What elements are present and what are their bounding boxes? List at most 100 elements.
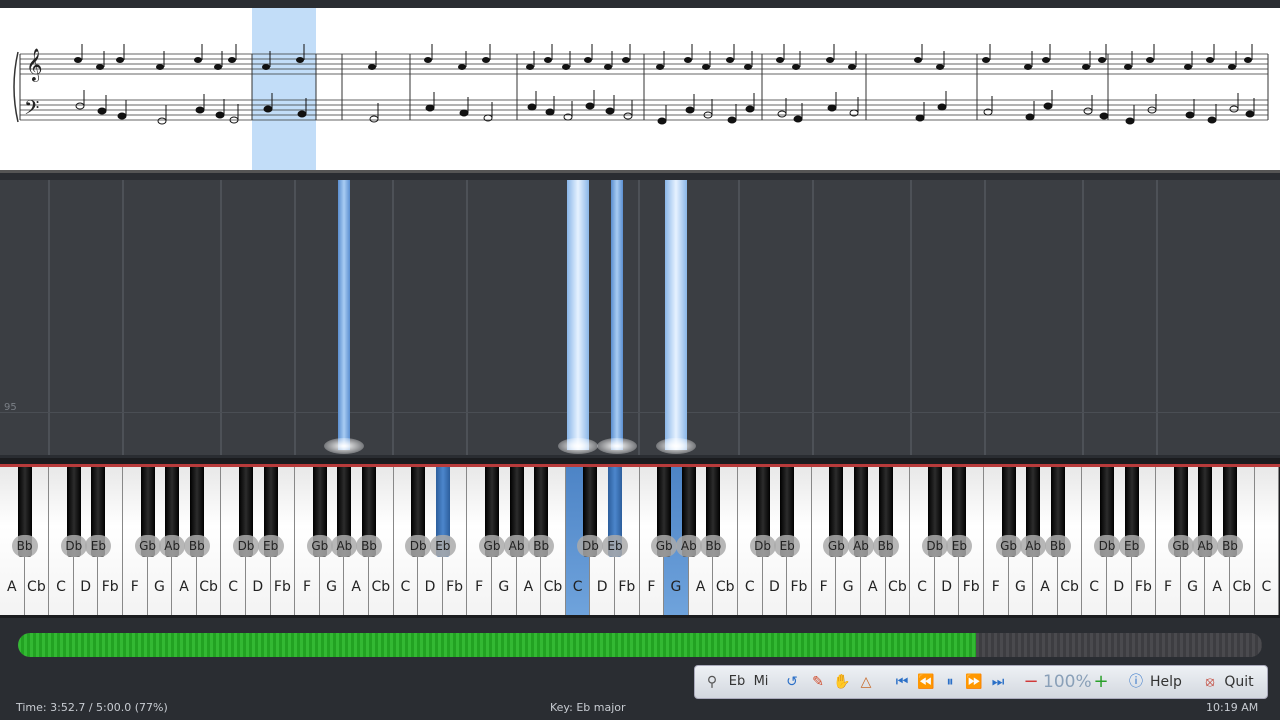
black-key[interactable]: Bb (700, 467, 727, 557)
white-key-label: Cb (543, 579, 563, 595)
black-key-label: Gb (823, 535, 850, 557)
black-key-label: Eb (774, 535, 801, 557)
roll-gridline (638, 180, 640, 455)
white-key[interactable]: C (1254, 467, 1280, 615)
loop-icon[interactable]: ↺ (781, 666, 803, 698)
black-key-label: Bb (872, 535, 899, 557)
black-key[interactable]: Db (1094, 467, 1120, 557)
black-key[interactable]: Gb (651, 467, 678, 557)
black-key[interactable]: Ab (159, 467, 186, 557)
white-key-label: Fb (790, 579, 808, 595)
black-key[interactable]: Db (921, 467, 948, 557)
black-key[interactable]: Eb (774, 467, 801, 557)
black-key[interactable]: Gb (134, 467, 161, 557)
white-key-label: D (252, 579, 264, 595)
white-key-label: A (351, 579, 361, 595)
black-key[interactable]: Eb (257, 467, 284, 557)
black-key[interactable]: Bb (11, 467, 38, 557)
black-key[interactable]: Eb (946, 467, 973, 557)
white-key-label: Cb (1060, 579, 1079, 595)
black-key-label: Db (749, 535, 776, 557)
white-key-label: D (1113, 579, 1125, 595)
black-key[interactable]: Bb (183, 467, 210, 557)
playback-toolbar: ⚲ Eb Mi ↺ ✎ ✋ △ ⏮ ⏪ ⏸ ⏩ ⏭ − 100% + ⓘ Hel… (694, 665, 1268, 699)
forward-icon[interactable]: ⏩ (963, 666, 985, 698)
black-key-label: Db (233, 535, 259, 557)
black-key-label: Db (60, 535, 87, 557)
piano-keyboard[interactable]: A Cb C D Fb F G A Cb C D Fb F G A Cb C D Fb F G A Cb C D Fb F G A Cb C… (0, 458, 1280, 618)
white-key-label: C (228, 579, 239, 595)
skip-start-icon[interactable]: ⏮ (891, 666, 913, 698)
black-key[interactable]: Ab (331, 467, 358, 557)
black-key[interactable]: Gb (1167, 467, 1194, 557)
black-key[interactable]: Ab (503, 467, 530, 557)
black-key[interactable]: Db (405, 467, 432, 557)
black-key[interactable]: Bb (872, 467, 899, 557)
white-key-label: A (1212, 579, 1222, 595)
search-icon[interactable]: ⚲ (701, 666, 723, 698)
black-key[interactable]: Eb (602, 467, 628, 557)
white-key-label: Cb (1232, 579, 1252, 595)
svg-text:𝄞: 𝄞 (26, 48, 43, 82)
black-key[interactable]: Bb (356, 467, 382, 557)
rewind-icon[interactable]: ⏪ (915, 666, 937, 698)
black-key[interactable]: Bb (528, 467, 555, 557)
white-key-label: G (498, 579, 510, 595)
black-key-label: Gb (306, 535, 333, 557)
black-key[interactable]: Ab (1192, 467, 1219, 557)
falling-note (338, 180, 350, 450)
roll-gridline (0, 412, 1280, 413)
white-key-label: F (1163, 579, 1173, 595)
black-key-label: Gb (134, 535, 161, 557)
quit-button[interactable]: Quit (1219, 666, 1259, 698)
black-key[interactable]: Gb (306, 467, 333, 557)
white-key-label: Cb (715, 579, 735, 595)
black-key[interactable]: Eb (1118, 467, 1145, 557)
white-key-label: F (475, 579, 484, 595)
black-key[interactable]: Bb (1044, 467, 1071, 557)
quit-icon[interactable]: ⦻ (1201, 666, 1219, 698)
roll-gridline (812, 180, 814, 455)
black-key-label: Gb (995, 535, 1022, 557)
roll-gridline (48, 180, 50, 455)
skip-end-icon[interactable]: ⏭ (987, 666, 1009, 698)
black-key[interactable]: Ab (848, 467, 874, 557)
note-label-mode-button[interactable]: Mi (749, 666, 773, 698)
black-key[interactable]: Gb (995, 467, 1022, 557)
black-key-label: Eb (257, 535, 284, 557)
white-key-label: D (769, 579, 780, 595)
white-key-label: C (917, 579, 927, 595)
white-key-label: A (695, 579, 706, 595)
note-glow (656, 438, 696, 454)
key-signature-button[interactable]: Eb (725, 666, 749, 698)
song-progress-bar[interactable] (18, 633, 1262, 657)
help-icon[interactable]: ⓘ (1127, 666, 1145, 698)
black-key[interactable]: Db (577, 467, 604, 557)
key-readout: Key: Eb major (550, 701, 626, 714)
black-key[interactable]: Bb (1217, 467, 1243, 557)
pause-icon[interactable]: ⏸ (939, 666, 961, 698)
black-key[interactable]: Eb (85, 467, 112, 557)
minus-icon[interactable]: − (1021, 666, 1041, 698)
black-key[interactable]: Db (60, 467, 87, 557)
white-key-label: D (80, 579, 91, 595)
black-key[interactable]: Ab (1020, 467, 1047, 557)
white-key-label: A (179, 579, 189, 595)
white-key-label: A (868, 579, 878, 595)
black-key[interactable]: Ab (675, 467, 702, 557)
black-key-label: Db (1094, 535, 1120, 557)
metronome-icon[interactable]: △ (855, 666, 877, 698)
black-key[interactable]: Gb (823, 467, 850, 557)
plus-icon[interactable]: + (1091, 666, 1111, 698)
white-key-label: G (153, 579, 165, 595)
black-key[interactable]: Db (233, 467, 259, 557)
white-key-label: Fb (962, 579, 980, 595)
pencil-icon[interactable]: ✎ (807, 666, 829, 698)
hand-icon[interactable]: ✋ (831, 666, 853, 698)
black-key[interactable]: Gb (479, 467, 505, 557)
help-button[interactable]: Help (1145, 666, 1187, 698)
black-key[interactable]: Db (749, 467, 776, 557)
note-glow (558, 438, 598, 454)
black-key[interactable]: Eb (429, 467, 456, 557)
white-key-label: F (991, 579, 1000, 595)
